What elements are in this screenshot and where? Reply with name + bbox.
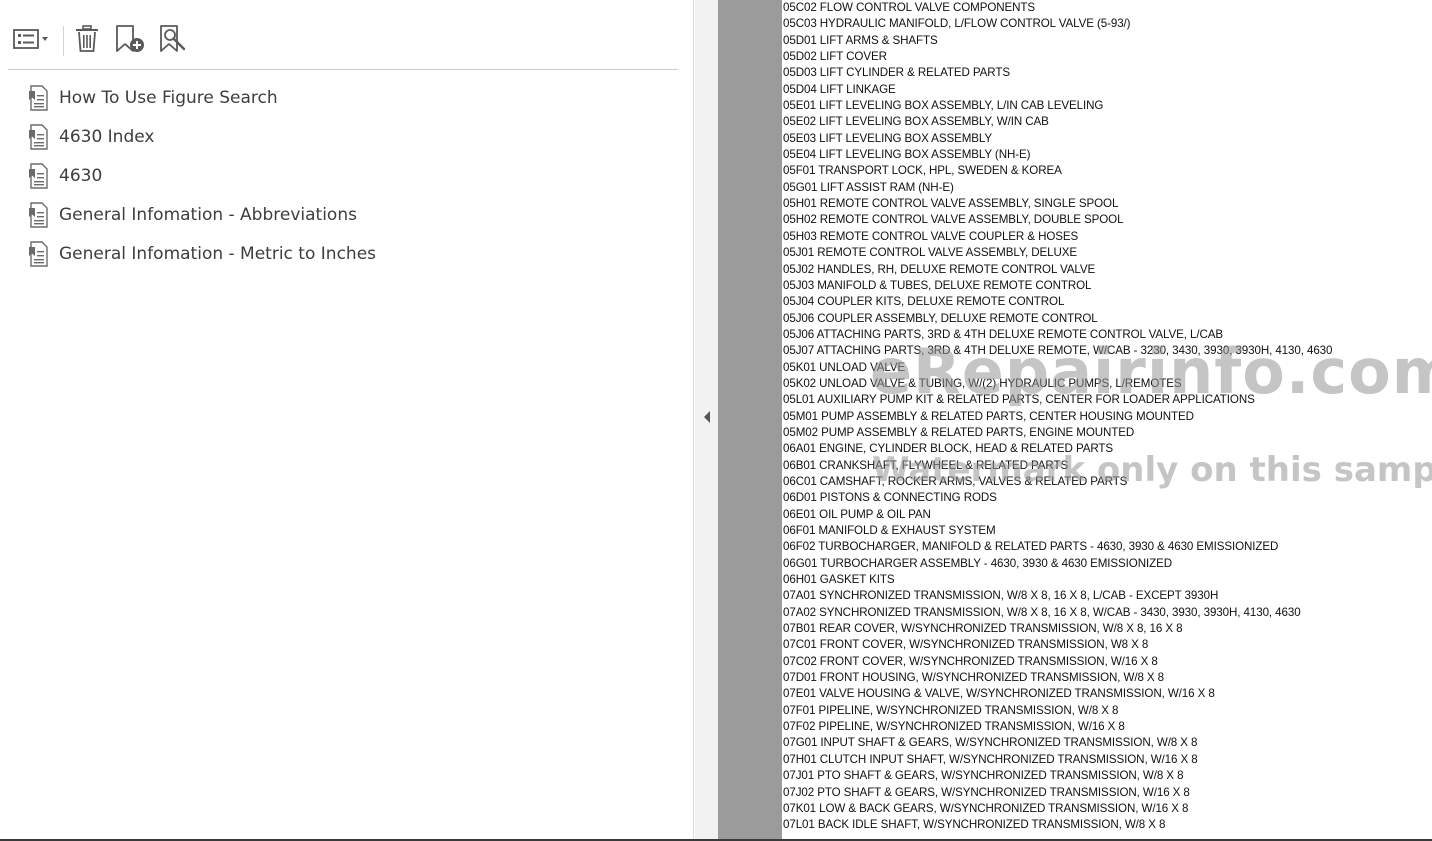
find-bookmark-button[interactable] <box>156 24 190 58</box>
document-line: 05D01 LIFT ARMS & SHAFTS <box>783 33 938 47</box>
document-line: 07J01 PTO SHAFT & GEARS, W/SYNCHRONIZED … <box>783 769 1184 783</box>
document-line: 05H02 REMOTE CONTROL VALVE ASSEMBLY, DOU… <box>783 213 1124 227</box>
bookmark-item[interactable]: How To Use Figure Search <box>28 78 376 117</box>
bookmark-item[interactable]: 4630 <box>28 156 376 195</box>
document-line: 05J01 REMOTE CONTROL VALVE ASSEMBLY, DEL… <box>783 246 1078 260</box>
document-line: 07K01 LOW & BACK GEARS, W/SYNCHRONIZED T… <box>783 801 1189 815</box>
document-line: 06B01 CRANKSHAFT, FLYWHEEL & RELATED PAR… <box>783 458 1069 472</box>
document-line: 05J07 ATTACHING PARTS, 3RD & 4TH DELUXE … <box>783 344 1333 358</box>
document-line: 05E01 LIFT LEVELING BOX ASSEMBLY, L/IN C… <box>783 99 1104 113</box>
document-line: 05K02 UNLOAD VALVE & TUBING, W/(2) HYDRA… <box>783 376 1182 390</box>
bookmark-item[interactable]: General Infomation - Abbreviations <box>28 195 376 234</box>
bookmark-label: 4630 <box>59 165 103 186</box>
document-line: 06F02 TURBOCHARGER, MANIFOLD & RELATED P… <box>783 540 1279 554</box>
bookmarks-toolbar <box>8 18 678 70</box>
document-line: 05J03 MANIFOLD & TUBES, DELUXE REMOTE CO… <box>783 278 1092 292</box>
document-line: 06G01 TURBOCHARGER ASSEMBLY - 4630, 3930… <box>783 556 1173 570</box>
bookmark-label: General Infomation - Abbreviations <box>59 204 357 225</box>
document-line: 05J04 COUPLER KITS, DELUXE REMOTE CONTRO… <box>783 295 1065 309</box>
document-line: 05E04 LIFT LEVELING BOX ASSEMBLY (NH-E) <box>783 148 1031 162</box>
bookmark-item[interactable]: 4630 Index <box>28 117 376 156</box>
document-line: 06E01 OIL PUMP & OIL PAN <box>783 507 931 521</box>
new-bookmark-button[interactable] <box>112 24 148 58</box>
document-line: 05D02 LIFT COVER <box>783 50 887 64</box>
pdf-viewer-window: How To Use Figure Search 4630 Index 4630… <box>0 0 1432 841</box>
document-line: 05E02 LIFT LEVELING BOX ASSEMBLY, W/IN C… <box>783 115 1049 129</box>
document-line: 07C02 FRONT COVER, W/SYNCHRONIZED TRANSM… <box>783 654 1158 668</box>
document-line: 05C02 FLOW CONTROL VALVE COMPONENTS <box>783 1 1036 14</box>
document-line: 05H01 REMOTE CONTROL VALVE ASSEMBLY, SIN… <box>783 197 1119 211</box>
document-line: 07G01 INPUT SHAFT & GEARS, W/SYNCHRONIZE… <box>783 736 1198 750</box>
document-line: 06H01 GASKET KITS <box>783 573 895 587</box>
document-line: 05D03 LIFT CYLINDER & RELATED PARTS <box>783 66 1010 80</box>
bookmarks-panel: How To Use Figure Search 4630 Index 4630… <box>0 0 694 839</box>
document-line: 07L01 BACK IDLE SHAFT, W/SYNCHRONIZED TR… <box>783 818 1166 832</box>
document-line: 05J02 HANDLES, RH, DELUXE REMOTE CONTROL… <box>783 262 1096 276</box>
document-line: 06D01 PISTONS & CONNECTING RODS <box>783 491 997 505</box>
bookmark-item[interactable]: General Infomation - Metric to Inches <box>28 234 376 273</box>
document-line: 05J06 COUPLER ASSEMBLY, DELUXE REMOTE CO… <box>783 311 1098 325</box>
bookmark-page-icon <box>28 240 50 267</box>
delete-bookmark-icon <box>74 24 100 58</box>
bookmark-list: How To Use Figure Search 4630 Index 4630… <box>28 78 376 273</box>
document-line: 07A02 SYNCHRONIZED TRANSMISSION, W/8 X 8… <box>783 605 1301 619</box>
collapse-panel-button[interactable] <box>695 0 718 839</box>
options-menu-icon <box>12 28 48 55</box>
bookmark-label: General Infomation - Metric to Inches <box>59 243 377 264</box>
document-line: 07B01 REAR COVER, W/SYNCHRONIZED TRANSMI… <box>783 622 1183 636</box>
new-bookmark-icon <box>114 24 146 59</box>
document-line: 07J02 PTO SHAFT & GEARS, W/SYNCHRONIZED … <box>783 785 1190 799</box>
document-line: 05D04 LIFT LINKAGE <box>783 82 896 96</box>
document-line: 05H03 REMOTE CONTROL VALVE COUPLER & HOS… <box>783 229 1079 243</box>
bookmark-label: 4630 Index <box>59 126 155 147</box>
bookmark-label: How To Use Figure Search <box>59 87 278 108</box>
document-line: 07F02 PIPELINE, W/SYNCHRONIZED TRANSMISS… <box>783 720 1125 734</box>
document-line: 05J06 ATTACHING PARTS, 3RD & 4TH DELUXE … <box>783 327 1223 341</box>
document-line: 05G01 LIFT ASSIST RAM (NH-E) <box>783 180 954 194</box>
document-line: 05C03 HYDRAULIC MANIFOLD, L/FLOW CONTROL… <box>783 17 1131 31</box>
page-gutter <box>718 0 782 839</box>
chevron-left-icon <box>702 410 712 429</box>
document-line: 07A01 SYNCHRONIZED TRANSMISSION, W/8 X 8… <box>783 589 1219 603</box>
document-line: 05K01 UNLOAD VALVE <box>783 360 906 374</box>
document-line: 07D01 FRONT HOUSING, W/SYNCHRONIZED TRAN… <box>783 671 1165 685</box>
document-line: 06C01 CAMSHAFT, ROCKER ARMS, VALVES & RE… <box>783 474 1128 488</box>
parts-index-list: 05C02 FLOW CONTROL VALVE COMPONENTS 05C03… <box>783 0 1332 834</box>
bookmark-page-icon <box>28 123 50 150</box>
toolbar-separator <box>63 26 64 56</box>
document-line: 05M02 PUMP ASSEMBLY & RELATED PARTS, ENG… <box>783 425 1135 439</box>
options-menu-button[interactable] <box>8 24 52 58</box>
delete-bookmark-button[interactable] <box>72 24 102 58</box>
document-viewer[interactable]: 05C02 FLOW CONTROL VALVE COMPONENTS 05C03… <box>718 0 1432 839</box>
document-line: 07E01 VALVE HOUSING & VALVE, W/SYNCHRONI… <box>783 687 1215 701</box>
bookmark-page-icon <box>28 162 50 189</box>
document-line: 07F01 PIPELINE, W/SYNCHRONIZED TRANSMISS… <box>783 703 1119 717</box>
document-line: 05F01 TRANSPORT LOCK, HPL, SWEDEN & KORE… <box>783 164 1062 178</box>
document-line: 06F01 MANIFOLD & EXHAUST SYSTEM <box>783 524 996 537</box>
find-bookmark-icon <box>158 24 188 59</box>
document-line: 06A01 ENGINE, CYLINDER BLOCK, HEAD & REL… <box>783 442 1114 456</box>
bookmark-page-icon <box>28 201 50 228</box>
document-page: 05C02 FLOW CONTROL VALVE COMPONENTS 05C03… <box>782 0 1432 839</box>
bookmark-page-icon <box>28 84 50 111</box>
document-line: 05L01 AUXILIARY PUMP KIT & RELATED PARTS… <box>783 393 1255 407</box>
document-line: 07C01 FRONT COVER, W/SYNCHRONIZED TRANSM… <box>783 638 1149 652</box>
document-line: 05E03 LIFT LEVELING BOX ASSEMBLY <box>783 131 993 145</box>
document-line: 05M01 PUMP ASSEMBLY & RELATED PARTS, CEN… <box>783 409 1194 423</box>
document-line: 07H01 CLUTCH INPUT SHAFT, W/SYNCHRONIZED… <box>783 752 1198 766</box>
